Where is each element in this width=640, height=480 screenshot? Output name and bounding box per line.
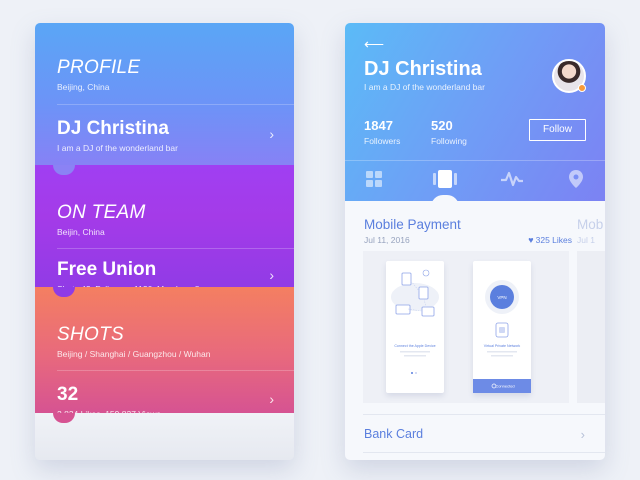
chevron-right-icon[interactable]: › [269, 267, 274, 283]
following-count: 520 [431, 118, 453, 133]
phone-text: Connect the Apple Device [394, 344, 435, 348]
cards-icon[interactable] [433, 170, 457, 188]
shot-title[interactable]: Mobile Payment [364, 217, 461, 232]
divider [345, 160, 605, 161]
heart-icon: ♥ [528, 235, 534, 245]
shots-section: SHOTS Beijing / Shanghai / Guangzhou / W… [35, 287, 294, 419]
chevron-right-icon[interactable]: › [581, 427, 585, 442]
shots-header: SHOTS Beijing / Shanghai / Guangzhou / W… [57, 324, 294, 359]
phone-text: Virtual Private Network [484, 344, 521, 348]
vpn-badge: VPN [497, 295, 506, 300]
profile-header: ⟵ DJ Christina I am a DJ of the wonderla… [345, 23, 605, 201]
profile-location: Beijing, China [57, 82, 110, 92]
next-shot-title[interactable]: Mob [577, 217, 603, 232]
profile-summary-card: PROFILE Beijing, China DJ Christina I am… [35, 23, 294, 460]
activity-icon[interactable] [501, 170, 523, 188]
team-location: Beijin, China [57, 227, 105, 237]
divider [57, 370, 294, 371]
connected-label: Connected [495, 384, 514, 389]
divider [57, 104, 294, 105]
shot-date: Jul 11, 2016 [364, 235, 410, 245]
profile-name-row[interactable]: DJ Christina I am a DJ of the wonderland… [57, 118, 294, 153]
devices-illustration: Connect the Apple Device [391, 269, 439, 374]
shots-count: 32 [57, 384, 79, 405]
profile-name: DJ Christina [57, 118, 169, 139]
profile-header: PROFILE Beijing, China [57, 57, 294, 92]
chevron-right-icon[interactable]: › [269, 126, 274, 142]
section-notch [53, 165, 75, 175]
profile-section: PROFILE Beijing, China DJ Christina I am… [35, 23, 294, 173]
bank-card-link[interactable]: Bank Card [364, 427, 423, 441]
phone-mockup-vpn: VPN Virtual Private Network Connected [473, 261, 531, 393]
followers-count: 1847 [364, 118, 393, 133]
divider [57, 248, 294, 249]
shot-likes[interactable]: ♥ 325 Likes [528, 235, 572, 245]
divider [363, 452, 605, 453]
team-header: ON TEAM Beijin, China [57, 202, 294, 237]
online-status-dot [578, 84, 586, 92]
section-notch [53, 287, 75, 297]
likes-count: 325 Likes [535, 235, 572, 245]
grid-icon[interactable] [365, 170, 383, 188]
team-section: ON TEAM Beijin, China Free Union Shots 4… [35, 165, 294, 295]
next-shot-preview[interactable] [577, 251, 605, 403]
shots-cities: Beijing / Shanghai / Guangzhou / Wuhan [57, 349, 211, 359]
profile-bio: I am a DJ of the wonderland bar [57, 143, 178, 153]
profile-bio: I am a DJ of the wonderland bar [364, 82, 485, 92]
follow-button[interactable]: Follow [529, 119, 586, 141]
profile-label: PROFILE [57, 57, 141, 78]
card-footer [35, 413, 294, 460]
chevron-right-icon[interactable]: › [269, 391, 274, 407]
team-name: Free Union [57, 259, 157, 280]
divider [363, 414, 605, 415]
followers-label: Followers [364, 136, 401, 146]
location-icon[interactable] [569, 170, 583, 188]
vpn-illustration: VPN Virtual Private Network Connected [473, 280, 531, 393]
profile-name: DJ Christina [364, 58, 482, 80]
phone-mockup-devices: Connect the Apple Device [386, 261, 444, 393]
team-label: ON TEAM [57, 202, 146, 223]
profile-detail-card: ⟵ DJ Christina I am a DJ of the wonderla… [345, 23, 605, 460]
shots-label: SHOTS [57, 324, 124, 345]
next-shot-date: Jul 1 [577, 235, 595, 245]
following-label: Following [431, 136, 467, 146]
back-arrow-icon[interactable]: ⟵ [364, 36, 384, 53]
